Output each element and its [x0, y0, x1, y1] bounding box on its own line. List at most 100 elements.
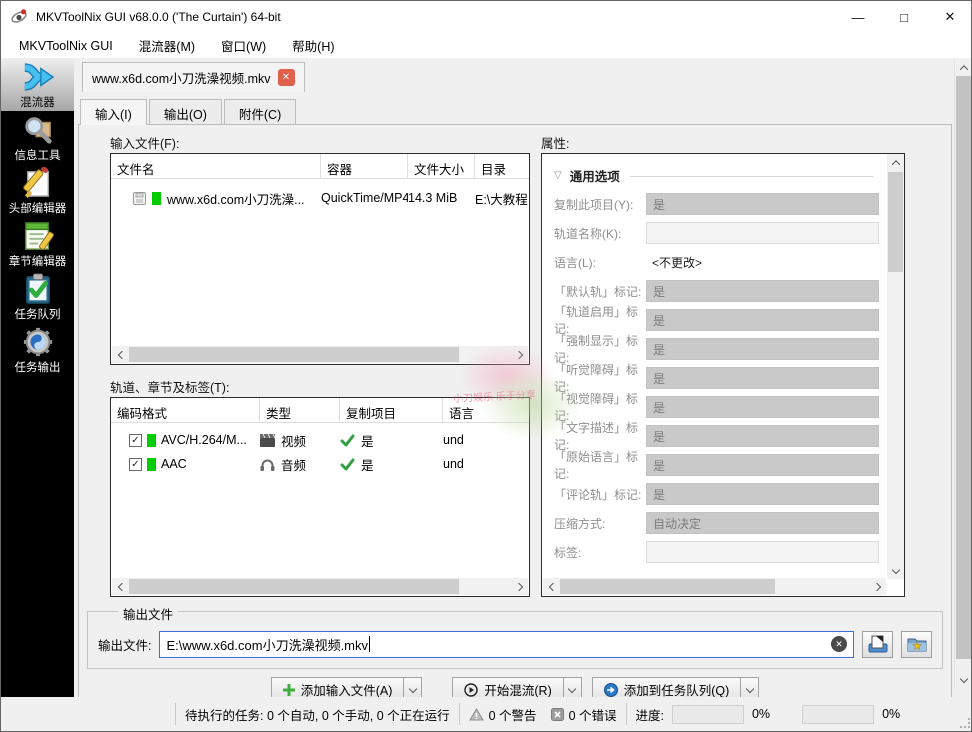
- scrollbar-thumb[interactable]: [129, 347, 459, 362]
- scroll-down-icon[interactable]: [955, 671, 972, 688]
- copy-item-select[interactable]: 是: [646, 193, 879, 215]
- column-header[interactable]: 文件名: [111, 154, 321, 178]
- track-color-swatch: [152, 192, 161, 205]
- track-row-video[interactable]: ✓ AVC/H.264/M... 视频: [111, 428, 529, 452]
- column-header[interactable]: 类型: [260, 398, 340, 422]
- scrollbar-thumb[interactable]: [888, 172, 903, 272]
- clear-input-icon[interactable]: ✕: [831, 636, 847, 652]
- file-tab[interactable]: www.x6d.com小刀洗澡视频.mkv ✕: [82, 62, 305, 92]
- close-button[interactable]: ✕: [927, 1, 972, 33]
- collapse-triangle-icon: ▽: [554, 170, 562, 181]
- properties-label: 属性:: [541, 133, 569, 152]
- scrollbar-thumb[interactable]: [956, 76, 971, 659]
- hearing-impaired-select[interactable]: 是: [646, 367, 879, 389]
- main-vscrollbar[interactable]: [954, 59, 971, 689]
- scroll-up-icon[interactable]: [887, 154, 904, 171]
- input-files-header: 文件名 容器 文件大小 目录: [111, 154, 529, 179]
- track-copy-flag: 是: [361, 431, 374, 450]
- sidebar-item-chapter-editor[interactable]: 章节编辑器: [1, 217, 74, 270]
- mkvtoolnix-window: MKVToolNix GUI v68.0.0 ('The Curtain') 6…: [0, 0, 972, 732]
- errors-count: 0 个错误: [569, 705, 617, 724]
- compression-select[interactable]: 自动决定: [646, 512, 879, 534]
- sidebar-item-header-editor[interactable]: 头部编辑器: [1, 164, 74, 217]
- text-description-select[interactable]: 是: [646, 425, 879, 447]
- forced-display-select[interactable]: 是: [646, 338, 879, 360]
- properties-hscrollbar[interactable]: [543, 578, 886, 595]
- current-progress-bar: [672, 705, 744, 724]
- scroll-left-icon[interactable]: [112, 578, 129, 595]
- default-track-select[interactable]: 是: [646, 280, 879, 302]
- column-header[interactable]: 复制项目: [340, 398, 443, 422]
- field-label: 语言(L):: [554, 254, 646, 271]
- sidebar-item-job-output[interactable]: 任务输出: [1, 323, 74, 376]
- sidebar-item-label: 任务输出: [15, 359, 61, 375]
- minimize-button[interactable]: —: [835, 1, 881, 33]
- sidebar-item-info-tool[interactable]: 信息工具: [1, 111, 74, 164]
- column-header[interactable]: 文件大小: [408, 154, 475, 178]
- column-header[interactable]: 容器: [321, 154, 408, 178]
- track-checkbox[interactable]: ✓: [129, 434, 142, 447]
- field-label: 压缩方式:: [554, 515, 646, 532]
- tab-close-icon[interactable]: ✕: [278, 69, 295, 86]
- current-progress-percent: 0%: [752, 707, 770, 721]
- tab-attachments[interactable]: 附件(C): [224, 99, 296, 124]
- menu-mkvtoolnix-gui[interactable]: MKVToolNix GUI: [9, 36, 123, 56]
- scrollbar-thumb[interactable]: [560, 579, 775, 594]
- queue-arrow-icon: [604, 683, 618, 697]
- warnings-count: 0 个警告: [489, 705, 537, 724]
- sidebar-item-label: 头部编辑器: [9, 200, 67, 216]
- column-header[interactable]: 编码格式: [111, 398, 260, 422]
- scroll-down-icon[interactable]: [887, 562, 904, 579]
- track-language: und: [443, 433, 529, 447]
- status-bar: 待执行的任务: 0 个自动, 0 个手动, 0 个正在运行 0 个警告 0 个错…: [1, 697, 972, 731]
- tags-input[interactable]: [646, 541, 879, 563]
- track-row-audio[interactable]: ✓ AAC 音频: [111, 452, 529, 476]
- maximize-button[interactable]: □: [881, 1, 927, 33]
- output-file-value: E:\www.x6d.com小刀洗澡视频.mkv: [166, 635, 368, 654]
- scroll-left-icon[interactable]: [112, 346, 129, 363]
- scroll-right-icon[interactable]: [869, 578, 886, 595]
- progress-label: 进度:: [636, 705, 664, 724]
- menu-help[interactable]: 帮助(H): [282, 33, 344, 58]
- output-file-label: 输出文件:: [98, 635, 151, 654]
- browse-output-button[interactable]: [862, 631, 893, 658]
- check-icon: [340, 434, 355, 447]
- merge-icon: [21, 61, 55, 93]
- output-group-legend: 输出文件: [118, 604, 178, 623]
- track-checkbox[interactable]: ✓: [129, 458, 142, 471]
- scroll-right-icon[interactable]: [511, 578, 528, 595]
- error-icon: [551, 708, 564, 721]
- input-files-hscrollbar[interactable]: [112, 346, 528, 363]
- browse-file-icon: [868, 635, 888, 653]
- column-header[interactable]: 目录: [475, 154, 529, 178]
- general-options-section[interactable]: ▽ 通用选项: [542, 154, 887, 193]
- input-file-row[interactable]: www.x6d.com小刀洗澡... QuickTime/MP4 14.3 Mi…: [111, 185, 529, 211]
- properties-vscrollbar[interactable]: [887, 154, 904, 579]
- scroll-left-icon[interactable]: [543, 578, 560, 595]
- column-header[interactable]: 语言: [443, 398, 529, 422]
- scroll-up-icon[interactable]: [955, 59, 972, 76]
- tracks-hscrollbar[interactable]: [112, 578, 528, 595]
- track-enabled-select[interactable]: 是: [646, 309, 879, 331]
- tracks-header: 编码格式 类型 复制项目 语言: [111, 398, 529, 423]
- resize-grip[interactable]: [960, 718, 970, 728]
- sidebar-item-job-queue[interactable]: 任务队列: [1, 270, 74, 323]
- scroll-right-icon[interactable]: [511, 346, 528, 363]
- track-name-input[interactable]: [646, 222, 879, 244]
- original-language-select[interactable]: 是: [646, 454, 879, 476]
- video-track-icon: [260, 434, 275, 447]
- menu-multiplexer[interactable]: 混流器(M): [129, 33, 205, 58]
- scrollbar-thumb[interactable]: [129, 579, 459, 594]
- header-editor-icon: [21, 167, 55, 199]
- output-folder-button[interactable]: ★: [901, 631, 932, 658]
- visual-impaired-select[interactable]: 是: [646, 396, 879, 418]
- tab-output[interactable]: 输出(O): [149, 99, 222, 124]
- check-icon: [340, 458, 355, 471]
- language-select[interactable]: <不更改>: [646, 251, 879, 273]
- tab-input[interactable]: 输入(I): [80, 99, 147, 125]
- sidebar-item-multiplexer[interactable]: 混流器: [1, 58, 74, 111]
- commentary-select[interactable]: 是: [646, 483, 879, 505]
- sidebar-item-label: 信息工具: [15, 147, 61, 163]
- menu-window[interactable]: 窗口(W): [211, 33, 276, 58]
- output-file-input[interactable]: E:\www.x6d.com小刀洗澡视频.mkv ✕: [159, 631, 854, 658]
